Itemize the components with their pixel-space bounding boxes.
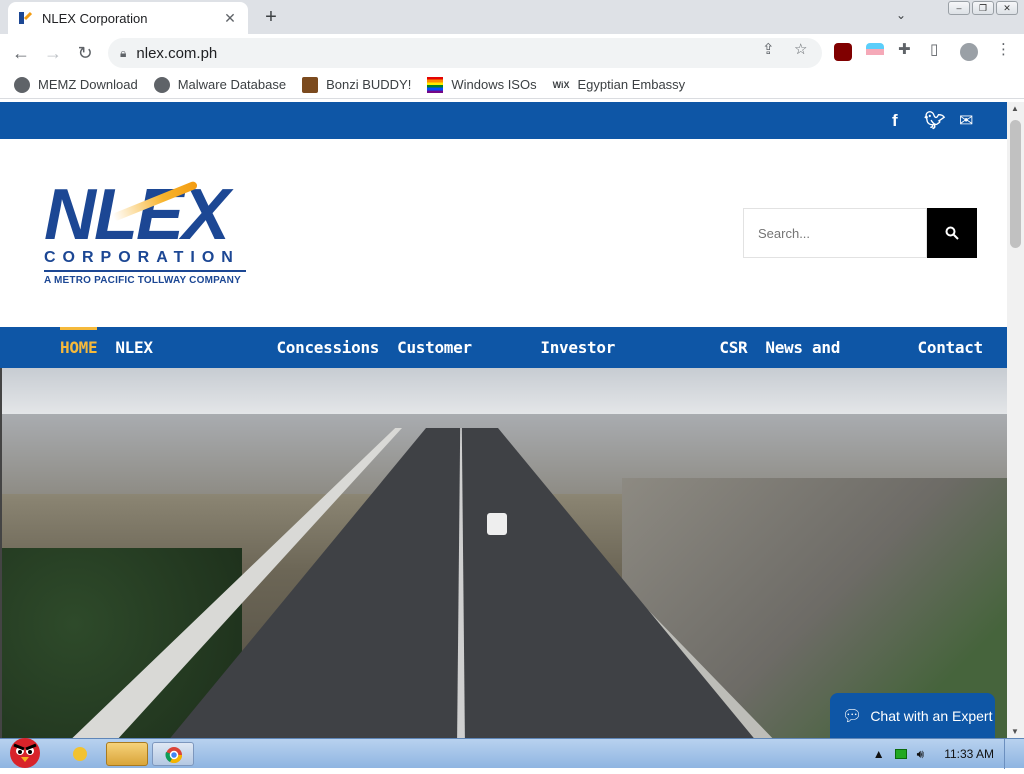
search-icon — [945, 226, 959, 240]
extensions-puzzle-icon[interactable]: ✚ — [898, 40, 911, 58]
nav-home[interactable]: HOME — [60, 327, 98, 368]
browser-tab[interactable]: NLEX Corporation ✕ — [8, 2, 248, 34]
lock-icon[interactable]: 🔒︎ — [120, 46, 126, 61]
tab-bar: NLEX Corporation ✕ + ⌄ – ❐ ✕ — [0, 0, 1024, 34]
logo-tagline: A METRO PACIFIC TOLLWAY COMPANY — [44, 275, 241, 286]
tray-expand-icon[interactable]: ▲ — [873, 747, 885, 761]
side-panel-icon[interactable]: ▯ — [930, 40, 938, 58]
bookmark-star-icon[interactable]: ☆ — [794, 40, 807, 58]
nav-concessions[interactable]: Concessions — [276, 327, 379, 368]
windows-taskbar: ▲ 🔊︎ 11:33 AM — [0, 738, 1024, 769]
tab-close-icon[interactable]: ✕ — [222, 10, 238, 27]
nav-investor-relations[interactable]: Investor Relations — [540, 327, 701, 398]
system-tray: ▲ 🔊︎ 11:33 AM — [873, 739, 1024, 769]
clock[interactable]: 11:33 AM — [944, 747, 994, 761]
hero-expressway-image — [0, 368, 1007, 738]
site-header: NLEX CORPORATION A METRO PACIFIC TOLLWAY… — [0, 139, 1007, 327]
bookmark-label: Egyptian Embassy — [577, 77, 686, 92]
site-search — [743, 208, 977, 258]
logo-rule — [44, 270, 246, 272]
browser-toolbar: ← → ↻ 🔒︎ nlex.com.ph ⇪ ☆ ✚ ▯ ⋮ — [0, 34, 1024, 71]
nav-contact-us[interactable]: Contact Us — [918, 327, 1007, 398]
bookmark-item[interactable]: MEMZ Download — [14, 76, 138, 93]
chat-label: Chat with an Expert — [870, 707, 993, 724]
restore-button[interactable]: ❐ — [972, 1, 994, 15]
wix-icon: WiX — [552, 79, 570, 90]
bookmarks-bar: MEMZ Download Malware Database Bonzi BUD… — [0, 71, 1024, 99]
address-bar[interactable]: 🔒︎ nlex.com.ph — [108, 38, 822, 68]
logo-corporation: CORPORATION — [44, 249, 240, 266]
nav-nlex-corporation[interactable]: NLEX Corporation — [115, 327, 258, 398]
nav-news-and-events[interactable]: News and Events — [765, 327, 899, 398]
bookmark-label: Windows ISOs — [451, 77, 537, 92]
facebook-icon[interactable]: f — [892, 111, 898, 131]
start-button[interactable] — [2, 731, 48, 769]
page-scrollbar[interactable]: ▲ ▼ — [1007, 102, 1024, 738]
show-desktop-button[interactable] — [1004, 739, 1014, 769]
forward-button[interactable]: → — [40, 40, 66, 66]
tab-title: NLEX Corporation — [42, 10, 148, 26]
social-strip: f 🐦︎ ✉ — [0, 102, 1007, 139]
site-favicon-icon — [18, 11, 33, 25]
bookmark-item[interactable]: Bonzi BUDDY! — [302, 76, 412, 93]
scroll-up-icon[interactable]: ▲ — [1011, 104, 1019, 113]
nlex-logo[interactable]: NLEX CORPORATION A METRO PACIFIC TOLLWAY… — [44, 175, 254, 286]
scroll-thumb[interactable] — [1010, 120, 1021, 248]
search-button[interactable] — [927, 208, 977, 258]
hero-sky — [2, 368, 1007, 418]
chat-bubble-icon: 💬︎ — [842, 707, 863, 725]
profile-avatar-icon[interactable] — [960, 43, 978, 61]
hero-van — [487, 513, 507, 535]
close-window-button[interactable]: ✕ — [996, 1, 1018, 15]
search-input[interactable] — [743, 208, 927, 258]
chat-with-expert-button[interactable]: 💬︎ Chat with an Expert — [830, 693, 995, 738]
new-tab-button[interactable]: + — [258, 4, 284, 30]
share-icon[interactable]: ⇪ — [762, 40, 775, 58]
reload-button[interactable]: ↻ — [72, 40, 98, 66]
bookmark-item[interactable]: Malware Database — [153, 76, 287, 93]
email-icon[interactable]: ✉ — [959, 111, 973, 131]
bookmark-label: Malware Database — [177, 77, 287, 92]
volume-icon[interactable]: 🔊︎ — [917, 747, 925, 762]
explorer-folder-icon[interactable] — [60, 742, 100, 766]
bookmark-item[interactable]: WiX Egyptian Embassy — [553, 77, 686, 92]
menu-kebab-icon[interactable]: ⋮ — [996, 40, 1011, 58]
bookmark-item[interactable]: Windows ISOs — [427, 76, 537, 93]
minimize-button[interactable]: – — [948, 1, 970, 15]
tab-search-chevron-icon[interactable]: ⌄ — [896, 8, 906, 22]
url-text: nlex.com.ph — [136, 44, 218, 62]
flag-extension-icon[interactable] — [866, 43, 884, 61]
globe-icon — [153, 76, 170, 93]
file-manager-taskbar-icon[interactable] — [106, 742, 148, 766]
angry-bird-icon — [10, 738, 40, 768]
bonzi-icon — [302, 76, 319, 93]
nav-customer-focus[interactable]: Customer Focus — [397, 327, 522, 398]
logo-brand: NLEX — [44, 175, 230, 255]
twitter-icon[interactable]: 🐦︎ — [924, 111, 946, 131]
bookmark-label: Bonzi BUDDY! — [326, 77, 412, 92]
back-button[interactable]: ← — [8, 40, 34, 66]
nav-csr[interactable]: CSR — [719, 327, 747, 368]
chrome-taskbar-icon[interactable] — [152, 742, 194, 766]
ublock-extension-icon[interactable] — [834, 43, 852, 61]
bookmark-label: MEMZ Download — [38, 77, 138, 92]
globe-icon — [14, 76, 30, 93]
window-controls: – ❐ ✕ — [948, 1, 1018, 15]
rainbow-flag-icon — [427, 76, 444, 93]
scroll-down-icon[interactable]: ▼ — [1011, 727, 1019, 736]
main-nav: HOME NLEX Corporation Concessions Custom… — [0, 327, 1007, 398]
network-icon[interactable] — [894, 749, 907, 759]
